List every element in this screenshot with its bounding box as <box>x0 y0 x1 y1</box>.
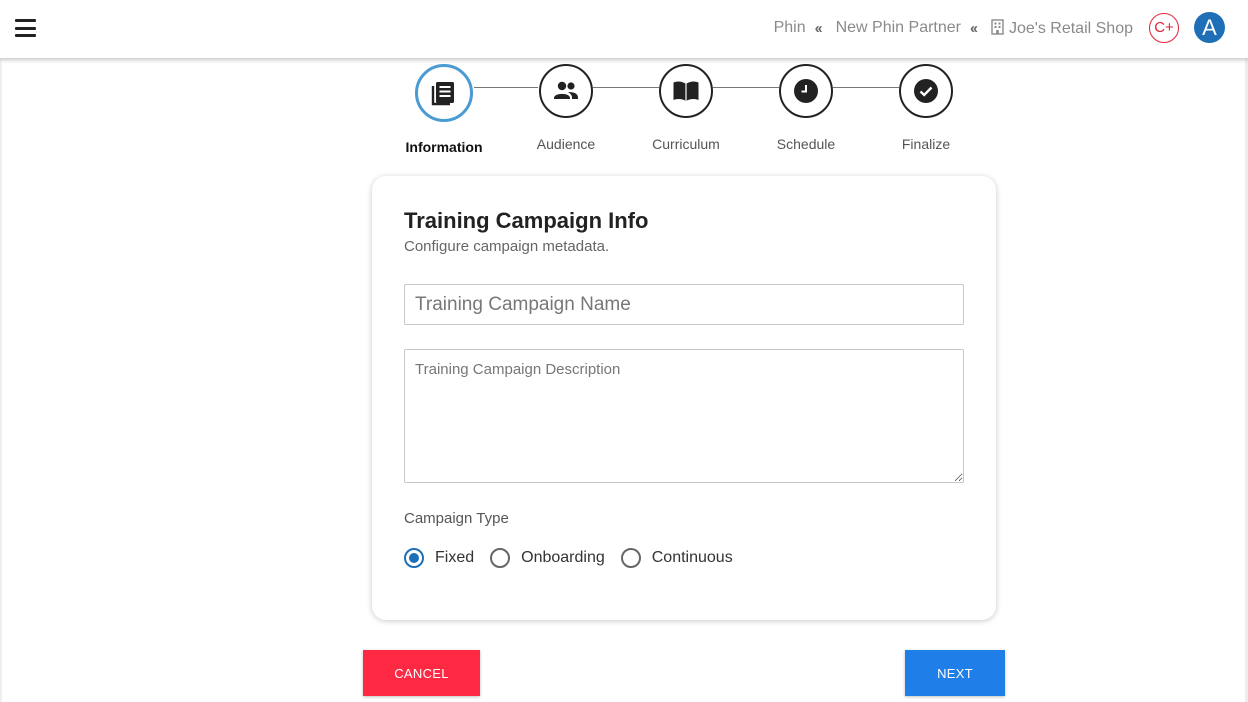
book-icon <box>673 81 699 101</box>
step-finalize[interactable]: Finalize <box>871 64 981 152</box>
step-schedule[interactable]: Schedule <box>751 64 861 152</box>
campaign-info-card: Training Campaign Info Configure campaig… <box>372 176 996 620</box>
radio-label: Continuous <box>651 549 733 566</box>
campaign-type-label: Campaign Type <box>404 510 509 527</box>
card-subtitle: Configure campaign metadata. <box>404 238 610 255</box>
breadcrumb-item-phin[interactable]: Phin <box>774 19 806 37</box>
building-icon <box>991 18 1004 35</box>
double-chevron-left-icon: ‹‹ <box>814 19 823 37</box>
cplus-badge[interactable]: C+ <box>1149 13 1179 43</box>
radio-continuous[interactable]: Continuous <box>620 548 733 568</box>
step-label: Audience <box>536 136 596 152</box>
campaign-description-input[interactable] <box>404 349 964 483</box>
radio-unselected-icon <box>620 548 641 568</box>
step-information[interactable]: Information <box>389 64 499 155</box>
step-curriculum[interactable]: Curriculum <box>631 64 741 152</box>
radio-fixed[interactable]: Fixed <box>404 548 474 568</box>
menu-icon[interactable] <box>15 19 36 37</box>
step-label: Schedule <box>776 136 836 152</box>
next-button[interactable]: NEXT <box>905 650 1005 696</box>
radio-selected-icon <box>404 548 424 568</box>
step-audience[interactable]: Audience <box>511 64 621 152</box>
double-chevron-left-icon: ‹‹ <box>969 19 978 37</box>
people-icon <box>554 81 578 99</box>
cancel-button[interactable]: CANCEL <box>363 650 480 696</box>
radio-unselected-icon <box>490 548 511 568</box>
top-bar: Phin ‹‹ New Phin Partner ‹‹ Joe's Retail… <box>0 0 1248 58</box>
step-audience-circle <box>539 64 593 118</box>
avatar[interactable]: A <box>1194 12 1225 43</box>
step-curriculum-circle <box>659 64 713 118</box>
breadcrumb-item-company[interactable]: Joe's Retail Shop <box>991 18 1133 38</box>
step-information-circle <box>415 64 473 122</box>
radio-label: Fixed <box>435 549 475 566</box>
radio-onboarding[interactable]: Onboarding <box>490 548 605 568</box>
clock-icon <box>794 79 818 103</box>
check-circle-icon <box>914 79 938 103</box>
campaign-name-input[interactable] <box>404 284 964 325</box>
breadcrumb: Phin ‹‹ New Phin Partner ‹‹ Joe's Retail… <box>774 0 1133 56</box>
step-label: Finalize <box>901 136 951 152</box>
step-label: Information <box>405 139 483 155</box>
campaign-type-radio-group: Fixed Onboarding Continuous <box>404 548 749 568</box>
breadcrumb-company-label: Joe's Retail Shop <box>1008 19 1133 37</box>
radio-label: Onboarding <box>521 549 605 566</box>
step-finalize-circle <box>899 64 953 118</box>
breadcrumb-item-partner[interactable]: New Phin Partner <box>836 19 961 37</box>
article-icon <box>431 82 454 106</box>
step-schedule-circle <box>779 64 833 118</box>
card-title: Training Campaign Info <box>404 208 649 233</box>
step-label: Curriculum <box>652 136 720 152</box>
